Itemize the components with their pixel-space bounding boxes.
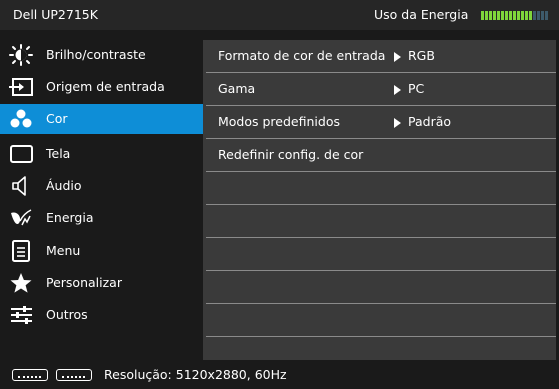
energy-meter-segment <box>513 11 516 20</box>
submenu-row-label: Gama <box>218 81 256 96</box>
energy-meter-segment <box>481 11 484 20</box>
color-icon <box>8 108 34 130</box>
arrow-right-icon <box>394 118 401 128</box>
energy-meter-segment <box>501 11 504 20</box>
energy-meter-segment <box>517 11 520 20</box>
energy-usage-label: Uso da Energia <box>374 7 469 22</box>
star-icon <box>8 272 34 294</box>
energy-meter-segment <box>525 11 528 20</box>
sidebar-item-menu[interactable]: Menu <box>0 236 203 266</box>
sidebar-item-label: Cor <box>46 111 68 126</box>
submenu-row-empty <box>206 172 556 205</box>
status-bar: Resolução: 5120x2880, 60Hz <box>0 362 559 389</box>
displayport-icon <box>56 369 92 381</box>
sidebar-item-color[interactable]: Cor <box>0 104 203 134</box>
sidebar-item-label: Menu <box>46 243 81 258</box>
energy-meter-segment <box>489 11 492 20</box>
energy-meter-segment <box>485 11 488 20</box>
energy-meter-segment <box>521 11 524 20</box>
submenu-row-label: Redefinir config. de cor <box>218 147 364 162</box>
energy-meter-segment <box>545 11 548 20</box>
submenu-row-reset-color[interactable]: Redefinir config. de cor <box>206 139 556 172</box>
sidebar-item-label: Origem de entrada <box>46 79 165 94</box>
sidebar-item-audio[interactable]: Áudio <box>0 171 203 201</box>
energy-meter-segment <box>497 11 500 20</box>
sidebar-item-label: Brilho/contraste <box>46 47 146 62</box>
title-bar: Dell UP2715K Uso da Energia <box>0 0 559 30</box>
sidebar-item-energy[interactable]: Energia <box>0 203 203 233</box>
submenu-row-value: Padrão <box>408 114 452 129</box>
energy-meter-segment <box>529 11 532 20</box>
submenu-row-value: RGB <box>408 48 435 63</box>
energy-meter-segment <box>537 11 540 20</box>
energy-meter-segment <box>541 11 544 20</box>
submenu-row-label: Formato de cor de entrada <box>218 48 386 63</box>
sidebar-item-label: Personalizar <box>46 275 122 290</box>
sidebar-item-label: Outros <box>46 307 88 322</box>
energy-meter-segment <box>505 11 508 20</box>
sidebar-item-label: Energia <box>46 210 94 225</box>
submenu-row-label: Modos predefinidos <box>218 114 340 129</box>
arrow-right-icon <box>394 85 401 95</box>
sidebar-item-label: Áudio <box>46 178 82 193</box>
submenu-row-empty <box>206 238 556 271</box>
submenu-row-gamma[interactable]: Gama PC <box>206 73 556 106</box>
sliders-icon <box>8 304 34 326</box>
energy-usage-meter <box>481 11 548 20</box>
submenu-row-preset-modes[interactable]: Modos predefinidos Padrão <box>206 106 556 139</box>
sidebar-item-brightness-contrast[interactable]: Brilho/contraste <box>0 40 203 70</box>
submenu-row-empty <box>206 205 556 238</box>
displayport-icon <box>12 369 48 381</box>
sidebar-item-input-source[interactable]: Origem de entrada <box>0 72 203 102</box>
sidebar-item-others[interactable]: Outros <box>0 300 203 330</box>
submenu-row-value: PC <box>408 81 425 96</box>
submenu-panel: Formato de cor de entrada RGB Gama PC Mo… <box>203 40 556 360</box>
monitor-model-title: Dell UP2715K <box>13 7 98 22</box>
display-icon <box>8 143 34 165</box>
resolution-status: Resolução: 5120x2880, 60Hz <box>104 367 287 382</box>
sidebar-item-display[interactable]: Tela <box>0 139 203 169</box>
speaker-icon <box>8 175 34 197</box>
sidebar-item-label: Tela <box>46 146 71 161</box>
sidebar-item-personalize[interactable]: Personalizar <box>0 268 203 298</box>
submenu-row-empty <box>206 271 556 304</box>
submenu-row-input-color-format[interactable]: Formato de cor de entrada RGB <box>206 40 556 73</box>
energy-meter-segment <box>533 11 536 20</box>
energy-meter-segment <box>493 11 496 20</box>
energy-icon <box>8 207 34 229</box>
arrow-right-icon <box>394 52 401 62</box>
input-source-icon <box>8 76 34 98</box>
energy-meter-segment <box>509 11 512 20</box>
menu-icon <box>8 240 34 262</box>
submenu-row-empty <box>206 304 556 337</box>
brightness-icon <box>8 44 34 66</box>
